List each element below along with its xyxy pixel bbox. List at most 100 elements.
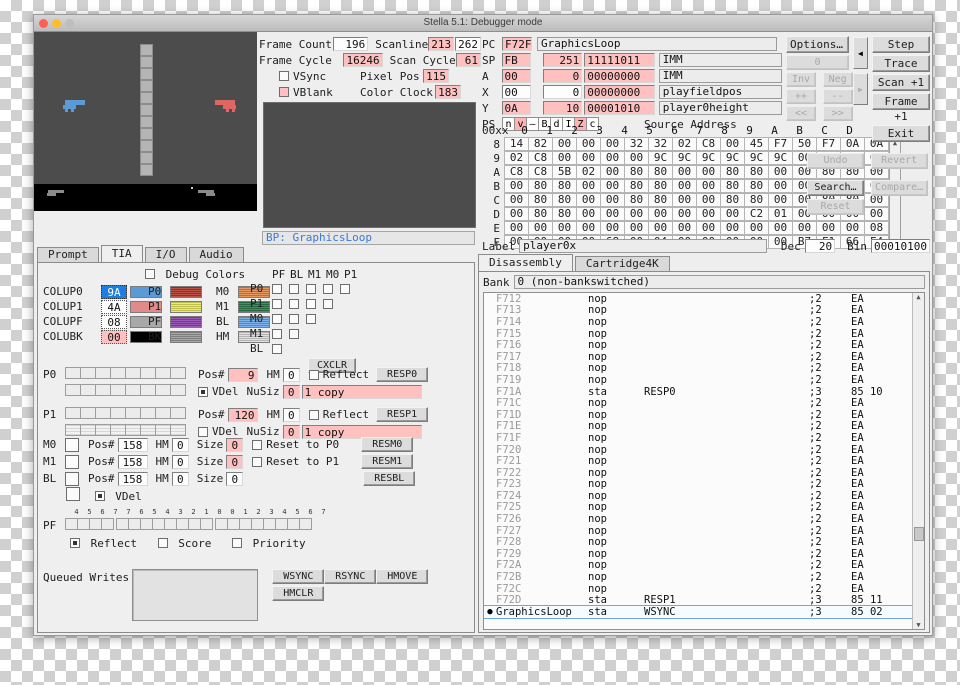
register-hex[interactable]: 00 <box>501 69 531 83</box>
player-gfx-delay-row[interactable] <box>65 384 186 399</box>
tab-cartridge4k[interactable]: Cartridge4K <box>574 256 670 271</box>
disassembly-row[interactable]: F725 nop ;2 EA <box>484 501 912 513</box>
object-reset-checkbox[interactable] <box>252 456 263 467</box>
memory-cell[interactable]: 80 <box>720 179 745 193</box>
memory-cell[interactable]: 14 <box>504 137 529 151</box>
tab-tia[interactable]: TIA <box>100 245 143 262</box>
disassembly-row[interactable]: ● GraphicsLoop sta WSYNC ;3 85 02 <box>484 605 913 619</box>
disassembly-row[interactable]: F724 nop ;2 EA <box>484 490 912 502</box>
register-dec[interactable]: 0 <box>543 69 583 83</box>
ball-extra-checkbox[interactable] <box>66 487 80 501</box>
player-reset-button[interactable]: RESP1 <box>376 407 429 422</box>
scanline-value[interactable]: 213 <box>428 37 455 51</box>
memory-cell[interactable]: 32 <box>624 137 649 151</box>
breakpoint-marker-icon[interactable]: ● <box>484 607 496 617</box>
memory-cell[interactable]: 00 <box>624 151 649 165</box>
scan-plus-button[interactable]: Scan +1 <box>872 74 930 91</box>
collision-checkbox[interactable] <box>272 328 282 339</box>
object-pos-value[interactable]: 158 <box>117 437 148 452</box>
right-tabbar[interactable]: Disassembly Cartridge4K <box>478 254 930 271</box>
memory-cell[interactable]: 80 <box>744 179 769 193</box>
object-pos-value[interactable]: 158 <box>117 454 148 469</box>
reset-button[interactable]: Reset <box>807 199 864 215</box>
memory-cell[interactable]: 00 <box>624 207 649 221</box>
object-enable-checkbox[interactable] <box>65 437 79 452</box>
bin-value[interactable]: 00010100 <box>871 239 930 253</box>
tia-color-value[interactable]: 00 <box>101 329 127 344</box>
collision-checkbox[interactable] <box>289 283 299 294</box>
memory-cell[interactable]: 32 <box>648 137 673 151</box>
collision-checkbox[interactable] <box>272 283 282 294</box>
memory-cell[interactable]: 80 <box>720 193 745 207</box>
memory-cell[interactable]: 00 <box>720 207 745 221</box>
collision-checkbox[interactable] <box>289 313 299 324</box>
memory-cell[interactable]: 02 <box>504 151 529 165</box>
memory-cell[interactable]: 00 <box>648 207 673 221</box>
color-clock-value[interactable]: 183 <box>435 85 461 99</box>
memory-cell[interactable]: 80 <box>744 193 769 207</box>
disassembly-row[interactable]: F719 nop ;2 EA <box>484 374 912 386</box>
object-size-value[interactable]: 0 <box>226 454 244 469</box>
memory-cell[interactable]: 00 <box>528 221 553 235</box>
step-button[interactable]: Step <box>872 36 930 53</box>
register-hex[interactable]: FB <box>501 53 531 67</box>
memory-cell[interactable]: 80 <box>528 207 553 221</box>
memory-cell[interactable]: 5B <box>552 165 577 179</box>
scan-cycle-value[interactable]: 61 <box>455 53 481 67</box>
collision-checkbox[interactable] <box>323 298 333 309</box>
memory-cell[interactable]: 00 <box>672 221 697 235</box>
object-strobe-button[interactable]: RESM0 <box>361 437 414 452</box>
game-display[interactable] <box>34 32 257 184</box>
disassembly-row[interactable]: F72D sta RESP1 ;3 85 11 <box>484 594 912 606</box>
player-pos-value[interactable]: 120 <box>227 407 258 422</box>
disassembly-row[interactable]: F714 nop ;2 EA <box>484 316 912 328</box>
player-vdel-checkbox[interactable] <box>198 386 208 397</box>
shift-right-button[interactable]: >> <box>822 106 853 121</box>
disassembly-row[interactable]: F71C nop ;2 EA <box>484 397 912 409</box>
player-gfx-delay-bit[interactable] <box>65 424 81 436</box>
player-gfx-bit[interactable] <box>95 407 111 419</box>
memory-cell[interactable]: 00 <box>600 165 625 179</box>
memory-cell[interactable]: 80 <box>624 193 649 207</box>
playfield-bits[interactable] <box>65 518 312 533</box>
memory-cell[interactable]: C8 <box>504 165 529 179</box>
memory-cell[interactable]: 00 <box>816 221 841 235</box>
player-gfx-delay-bit[interactable] <box>65 384 81 396</box>
disassembly-row[interactable]: F722 nop ;2 EA <box>484 467 912 479</box>
player-gfx-bit[interactable] <box>170 407 186 419</box>
player-hm-value[interactable]: 0 <box>282 367 300 382</box>
frame-plus-button[interactable]: Frame +1 <box>872 93 930 123</box>
disassembly-row[interactable]: F727 nop ;2 EA <box>484 525 912 537</box>
object-size-value[interactable]: 0 <box>226 437 244 452</box>
frame-cycle-value[interactable]: 16246 <box>343 53 383 67</box>
disassembly-row[interactable]: F715 nop ;2 EA <box>484 328 912 340</box>
memory-cell[interactable]: 80 <box>624 165 649 179</box>
register-hex[interactable]: 00 <box>501 85 531 99</box>
memory-cell[interactable]: 00 <box>696 165 721 179</box>
memory-cell[interactable]: 00 <box>672 165 697 179</box>
player-nusiz-value[interactable]: 0 <box>282 384 300 399</box>
memory-cell[interactable]: C8 <box>528 151 553 165</box>
pf-bit[interactable] <box>299 518 312 530</box>
collision-checkbox[interactable] <box>272 343 282 354</box>
disassembly-row[interactable]: F712 nop ;2 EA <box>484 293 912 305</box>
memory-cell[interactable]: 00 <box>720 137 745 151</box>
memory-cell[interactable]: 00 <box>600 137 625 151</box>
player-gfx-row[interactable] <box>65 367 186 382</box>
undo-button[interactable]: Undo <box>807 153 864 169</box>
memory-cell[interactable]: 00 <box>504 207 529 221</box>
memory-cell[interactable]: 00 <box>576 221 601 235</box>
memory-cell[interactable]: 80 <box>744 165 769 179</box>
memory-cell[interactable]: 00 <box>504 221 529 235</box>
memory-cell[interactable]: 00 <box>672 207 697 221</box>
shift-left-button[interactable]: << <box>786 106 816 121</box>
tia-color-value[interactable]: 9A <box>101 284 127 299</box>
object-reset-checkbox[interactable] <box>252 439 263 450</box>
memory-cell[interactable]: 00 <box>576 179 601 193</box>
object-strobe-button[interactable]: RESM1 <box>361 454 414 469</box>
debug-colors-checkbox[interactable] <box>145 269 155 279</box>
nav-back-icon[interactable]: ◀ <box>852 37 868 69</box>
memory-cell[interactable]: 80 <box>528 179 553 193</box>
pc-value[interactable]: F72F <box>502 37 532 51</box>
disassembly-row[interactable]: F717 nop ;2 EA <box>484 351 912 363</box>
